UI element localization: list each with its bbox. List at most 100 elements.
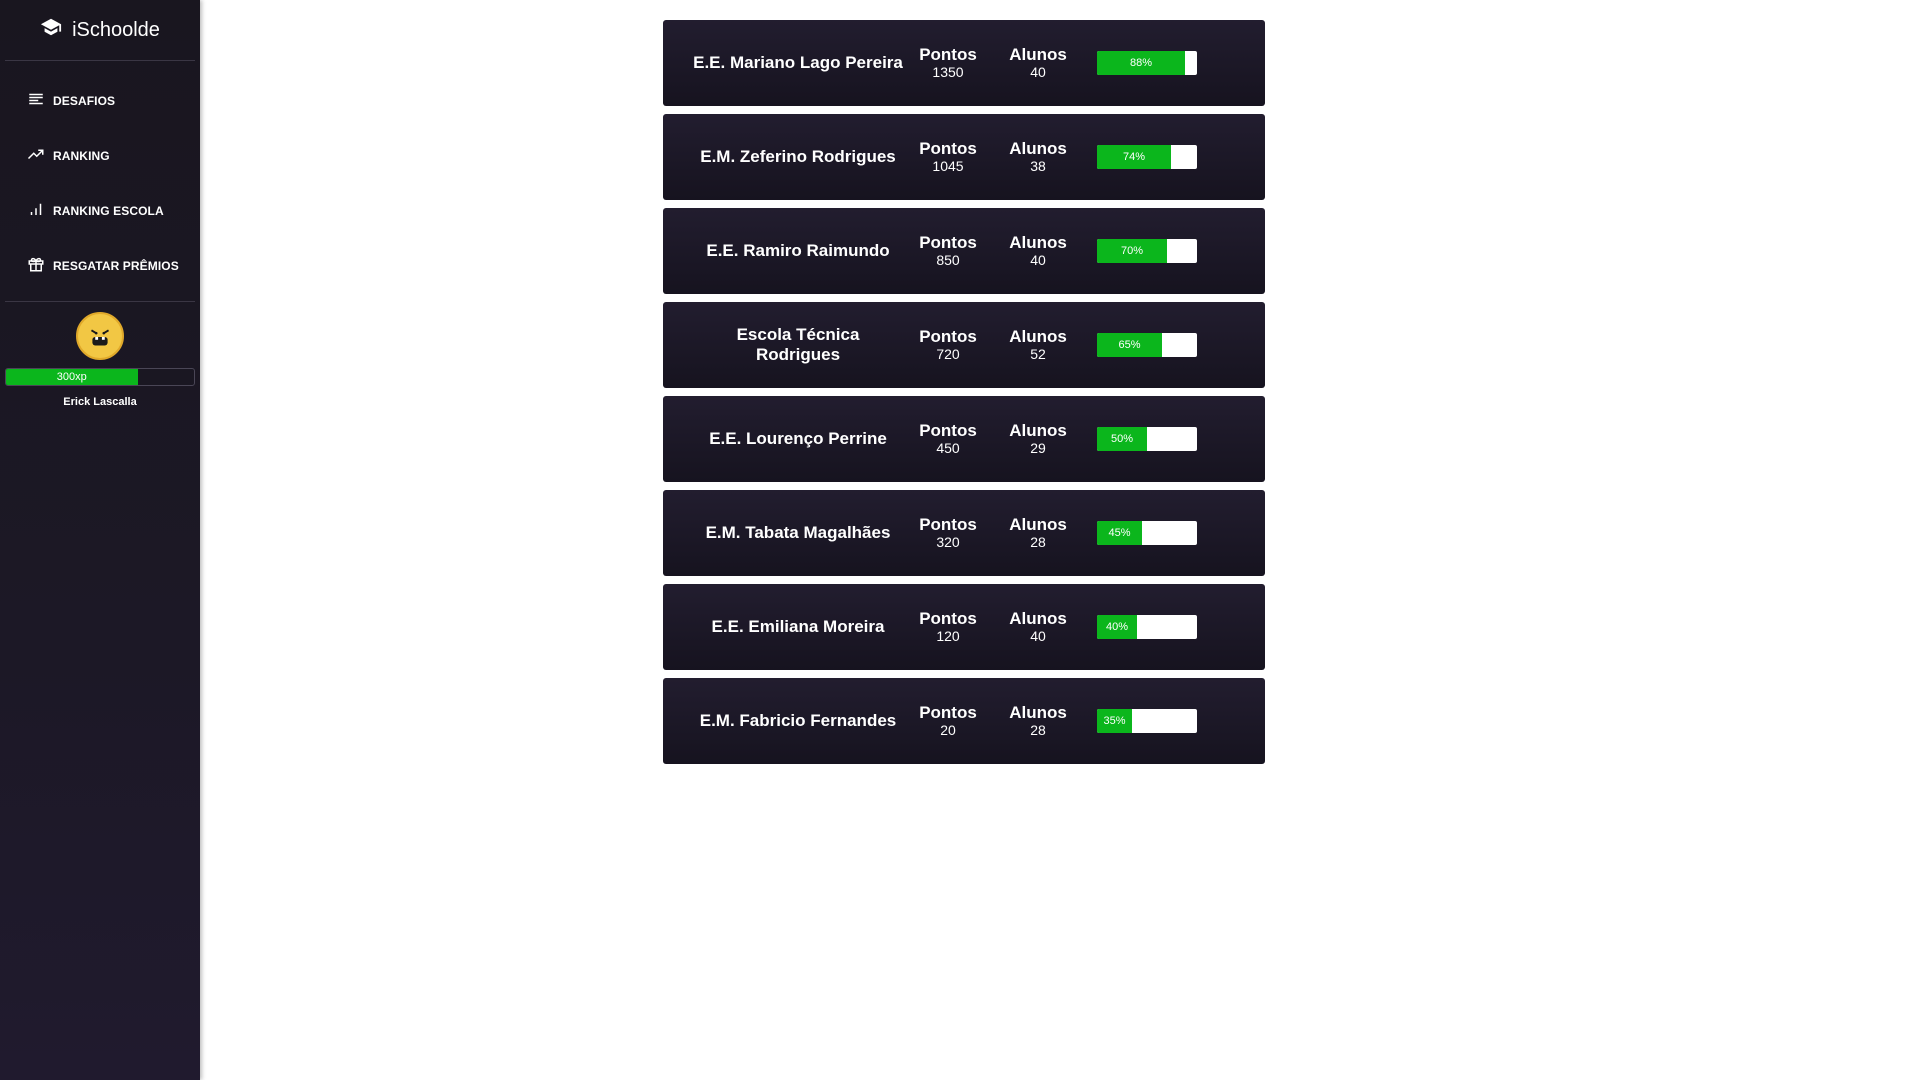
sidebar-item-label: RANKING ESCOLA (53, 203, 164, 218)
school-progress-bar: 50% (1097, 427, 1197, 451)
sidebar-item-resgatar-premios[interactable]: RESGATAR PRÊMIOS (5, 238, 195, 293)
students-value: 38 (1030, 158, 1046, 175)
points-value: 320 (936, 534, 960, 551)
points-stat: Pontos 20 (903, 704, 993, 738)
points-stat: Pontos 850 (903, 234, 993, 268)
students-value: 29 (1030, 440, 1046, 457)
students-stat: Alunos 28 (993, 704, 1083, 738)
gift-icon (27, 255, 45, 276)
students-value: 40 (1030, 628, 1046, 645)
xp-label: 300xp (56, 371, 87, 383)
points-stat: Pontos 1045 (903, 140, 993, 174)
sidebar-item-label: RANKING (53, 148, 110, 163)
points-label: Pontos (919, 45, 977, 65)
points-value: 450 (936, 440, 960, 457)
students-label: Alunos (1009, 139, 1067, 159)
xp-progress-fill: 300xp (6, 369, 138, 385)
sidebar-item-label: DESAFIOS (53, 93, 116, 108)
school-name: E.M. Tabata Magalhães (705, 523, 891, 542)
school-name: E.E. Mariano Lago Pereira (693, 53, 903, 72)
students-value: 52 (1030, 346, 1046, 363)
points-label: Pontos (919, 421, 977, 441)
school-name: E.E. Lourenço Perrine (709, 429, 887, 448)
bar-chart-icon (27, 200, 45, 221)
school-card: E.E. Lourenço Perrine Pontos 450 Alunos … (663, 396, 1265, 482)
avatar[interactable] (76, 312, 124, 360)
progress-label: 45% (1108, 527, 1131, 539)
school-progress-fill: 70% (1097, 239, 1167, 263)
school-name: E.E. Ramiro Raimundo (706, 241, 890, 260)
school-progress-bar: 65% (1097, 333, 1197, 357)
school-progress-bar: 88% (1097, 51, 1197, 75)
school-name: E.M. Fabricio Fernandes (699, 711, 897, 730)
sidebar: iSchoolde DESAFIOS RANKING RANKING ESCOL… (0, 0, 200, 1080)
students-label: Alunos (1009, 327, 1067, 347)
school-progress-bar: 45% (1097, 521, 1197, 545)
points-label: Pontos (919, 703, 977, 723)
points-value: 20 (940, 722, 956, 739)
xp-progress-bar: 300xp (5, 368, 195, 386)
list-icon (27, 90, 45, 111)
school-progress-fill: 65% (1097, 333, 1162, 357)
school-progress-fill: 50% (1097, 427, 1147, 451)
user-profile: 300xp Erick Lascalla (0, 302, 200, 408)
points-value: 120 (936, 628, 960, 645)
students-value: 40 (1030, 252, 1046, 269)
school-card: E.M. Fabricio Fernandes Pontos 20 Alunos… (663, 678, 1265, 764)
graduation-cap-icon (40, 16, 62, 44)
school-ranking-list: E.E. Mariano Lago Pereira Pontos 1350 Al… (663, 20, 1265, 772)
school-card: E.M. Tabata Magalhães Pontos 320 Alunos … (663, 490, 1265, 576)
school-card: E.E. Emiliana Moreira Pontos 120 Alunos … (663, 584, 1265, 670)
students-stat: Alunos 40 (993, 610, 1083, 644)
points-stat: Pontos 320 (903, 516, 993, 550)
school-progress-bar: 35% (1097, 709, 1197, 733)
points-stat: Pontos 120 (903, 610, 993, 644)
school-name: Escola Técnica Rodrigues (736, 325, 860, 364)
points-label: Pontos (919, 515, 977, 535)
points-value: 1350 (932, 64, 964, 81)
sidebar-item-ranking-escola[interactable]: RANKING ESCOLA (5, 183, 195, 238)
students-stat: Alunos 40 (993, 234, 1083, 268)
school-progress-fill: 88% (1097, 51, 1185, 75)
students-value: 28 (1030, 722, 1046, 739)
sidebar-nav: DESAFIOS RANKING RANKING ESCOLA RESGATAR… (5, 61, 195, 302)
school-progress-fill: 35% (1097, 709, 1132, 733)
students-value: 40 (1030, 64, 1046, 81)
points-value: 1045 (932, 158, 964, 175)
sidebar-item-ranking[interactable]: RANKING (5, 128, 195, 183)
points-label: Pontos (919, 609, 977, 629)
user-name: Erick Lascalla (63, 396, 137, 408)
progress-label: 74% (1122, 151, 1146, 163)
progress-label: 40% (1105, 621, 1129, 633)
points-value: 720 (936, 346, 960, 363)
school-card: Escola Técnica Rodrigues Pontos 720 Alun… (663, 302, 1265, 388)
points-stat: Pontos 1350 (903, 46, 993, 80)
students-stat: Alunos 38 (993, 140, 1083, 174)
school-progress-fill: 45% (1097, 521, 1142, 545)
progress-label: 65% (1118, 339, 1141, 351)
points-stat: Pontos 450 (903, 422, 993, 456)
progress-label: 50% (1110, 433, 1134, 445)
school-card: E.M. Zeferino Rodrigues Pontos 1045 Alun… (663, 114, 1265, 200)
students-label: Alunos (1009, 421, 1067, 441)
points-stat: Pontos 720 (903, 328, 993, 362)
brand-name: iSchoolde (72, 18, 160, 41)
school-progress-bar: 74% (1097, 145, 1197, 169)
progress-label: 35% (1103, 715, 1126, 727)
points-label: Pontos (919, 327, 977, 347)
brand[interactable]: iSchoolde (5, 0, 195, 61)
school-card: E.E. Ramiro Raimundo Pontos 850 Alunos 4… (663, 208, 1265, 294)
students-stat: Alunos 52 (993, 328, 1083, 362)
students-stat: Alunos 29 (993, 422, 1083, 456)
school-progress-bar: 70% (1097, 239, 1197, 263)
students-label: Alunos (1009, 703, 1067, 723)
students-label: Alunos (1009, 45, 1067, 65)
school-name: E.E. Emiliana Moreira (711, 617, 885, 636)
points-label: Pontos (919, 139, 977, 159)
students-value: 28 (1030, 534, 1046, 551)
students-label: Alunos (1009, 609, 1067, 629)
sidebar-item-desafios[interactable]: DESAFIOS (5, 73, 195, 128)
school-card: E.E. Mariano Lago Pereira Pontos 1350 Al… (663, 20, 1265, 106)
students-stat: Alunos 40 (993, 46, 1083, 80)
school-progress-fill: 40% (1097, 615, 1137, 639)
